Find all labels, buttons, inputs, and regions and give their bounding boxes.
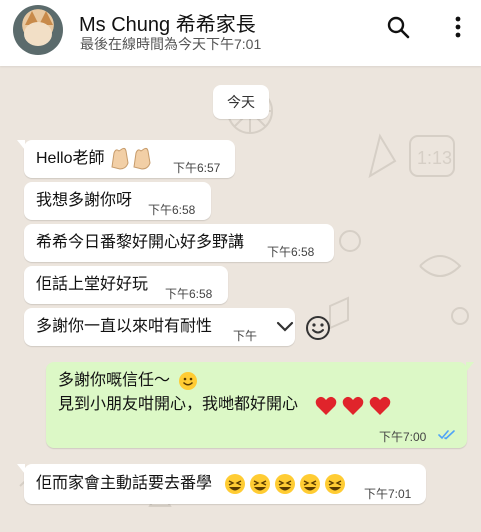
message-bubble[interactable]: 多謝你一直以來咁有耐性 下午 (24, 308, 295, 346)
message-bubble[interactable]: Hello老師 下午6:57 (17, 140, 235, 178)
message-text: Hello老師 (36, 150, 105, 167)
last-seen-status: 最後在線時間為今天下午7:01 (80, 36, 262, 52)
red-heart-icons (314, 394, 394, 423)
message-time: 下午6:58 (267, 245, 315, 259)
message-text: 佢而家會主動話要去番學 (36, 475, 213, 492)
message-time: 下午6:57 (173, 161, 221, 175)
message-text: 希希今日番黎好開心好多野講 (36, 234, 245, 251)
clapping-hands-icon (108, 145, 156, 176)
contact-name[interactable]: Ms Chung 希希家長 (79, 8, 256, 37)
laughing-emoji-icons (222, 472, 352, 501)
message-time: 下午6:58 (165, 287, 213, 301)
message-bubble[interactable]: 我想多謝你呀 下午6:58 (24, 182, 211, 220)
message-text: 我想多謝你呀 (36, 192, 133, 209)
message-bubble-outgoing[interactable]: 多謝你嘅信任～ 見到小朋友咁開心，我哋都好開心 下午7:00 (46, 362, 474, 448)
more-options-icon[interactable] (450, 15, 466, 39)
smiley-emoji-icon (178, 371, 198, 396)
svg-text:1:13: 1:13 (417, 148, 452, 168)
message-text: 佢話上堂好好玩 (36, 276, 149, 293)
bubble-tail (466, 362, 474, 372)
message-time: 下午7:01 (364, 487, 412, 501)
date-chip: 今天 (213, 85, 269, 119)
bubble-tail (17, 140, 25, 150)
message-bubble[interactable]: 佢話上堂好好玩 下午6:58 (24, 266, 228, 304)
smiley-icon[interactable] (303, 313, 333, 343)
message-text: 多謝你一直以來咁有耐性 (36, 318, 213, 335)
double-check-icon (438, 430, 455, 440)
message-bubble[interactable]: 希希今日番黎好開心好多野講 下午6:58 (24, 224, 334, 262)
message-time: 下午6:58 (148, 203, 196, 217)
chat-header: Ms Chung 希希家長 最後在線時間為今天下午7:01 (0, 0, 481, 66)
message-text-line: 多謝你嘅信任～ (58, 372, 171, 389)
message-time: 下午 (233, 329, 258, 343)
contact-avatar[interactable] (13, 5, 63, 55)
message-bubble[interactable]: 佢而家會主動話要去番學 下午7:01 (17, 464, 426, 504)
bubble-tail (17, 464, 25, 474)
message-time: 下午7:00 (379, 430, 427, 444)
message-text-line: 見到小朋友咁開心，我哋都好開心 (58, 396, 299, 413)
chevron-down-icon[interactable] (276, 320, 294, 334)
search-icon[interactable] (386, 15, 410, 39)
avatar-face (24, 22, 52, 46)
